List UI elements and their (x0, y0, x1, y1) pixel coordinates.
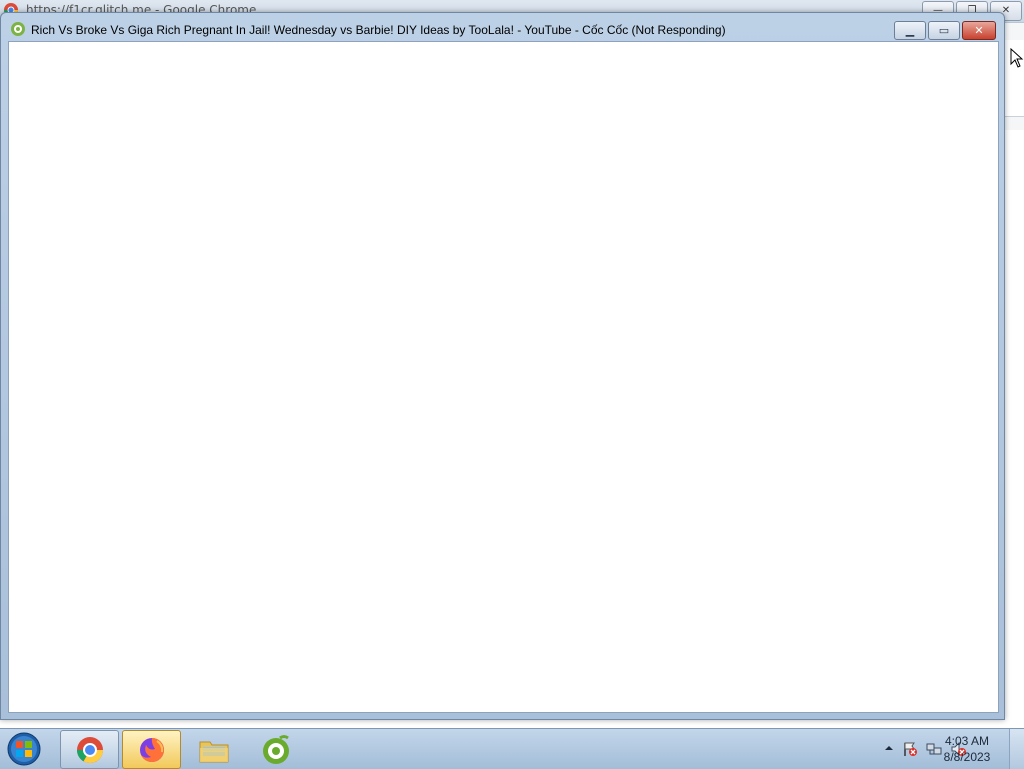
folder-icon (199, 741, 228, 762)
coccoc-icon (11, 22, 25, 36)
minimize-icon: ▁ (905, 24, 915, 37)
window-title: Rich Vs Broke Vs Giga Rich Pregnant In J… (31, 23, 726, 37)
coccoc-window[interactable]: Rich Vs Broke Vs Giga Rich Pregnant In J… (0, 12, 1005, 720)
maximize-button[interactable]: ▭ (928, 21, 960, 40)
minimize-button[interactable]: ▁ (894, 21, 926, 40)
chrome-icon (76, 736, 103, 763)
firefox-icon (139, 737, 164, 762)
maximize-icon: ▭ (938, 24, 950, 37)
mouse-cursor-icon (1010, 48, 1024, 68)
show-hidden-icons[interactable] (884, 743, 894, 753)
close-button[interactable]: ✕ (962, 21, 996, 40)
close-icon: ✕ (974, 24, 984, 37)
taskbar-clock[interactable]: 4:03 AM 8/8/2023 (937, 733, 997, 765)
coccoc-icon (262, 734, 289, 764)
show-desktop-button[interactable] (1009, 729, 1024, 769)
window-content-area[interactable] (8, 41, 999, 713)
clock-time: 4:03 AM (944, 734, 990, 748)
taskbar-coccoc-button[interactable] (246, 730, 305, 769)
taskbar-explorer-button[interactable] (184, 730, 243, 769)
window-titlebar[interactable]: Rich Vs Broke Vs Giga Rich Pregnant In J… (1, 13, 1004, 41)
clock-date: 8/8/2023 (943, 750, 991, 764)
windows-start-icon[interactable] (4, 731, 44, 767)
action-center-flag-icon[interactable] (902, 741, 918, 757)
taskbar-chrome-button[interactable] (60, 730, 119, 769)
taskbar-firefox-button[interactable] (122, 730, 181, 769)
taskbar: 4:03 AM 8/8/2023 (0, 728, 1024, 769)
